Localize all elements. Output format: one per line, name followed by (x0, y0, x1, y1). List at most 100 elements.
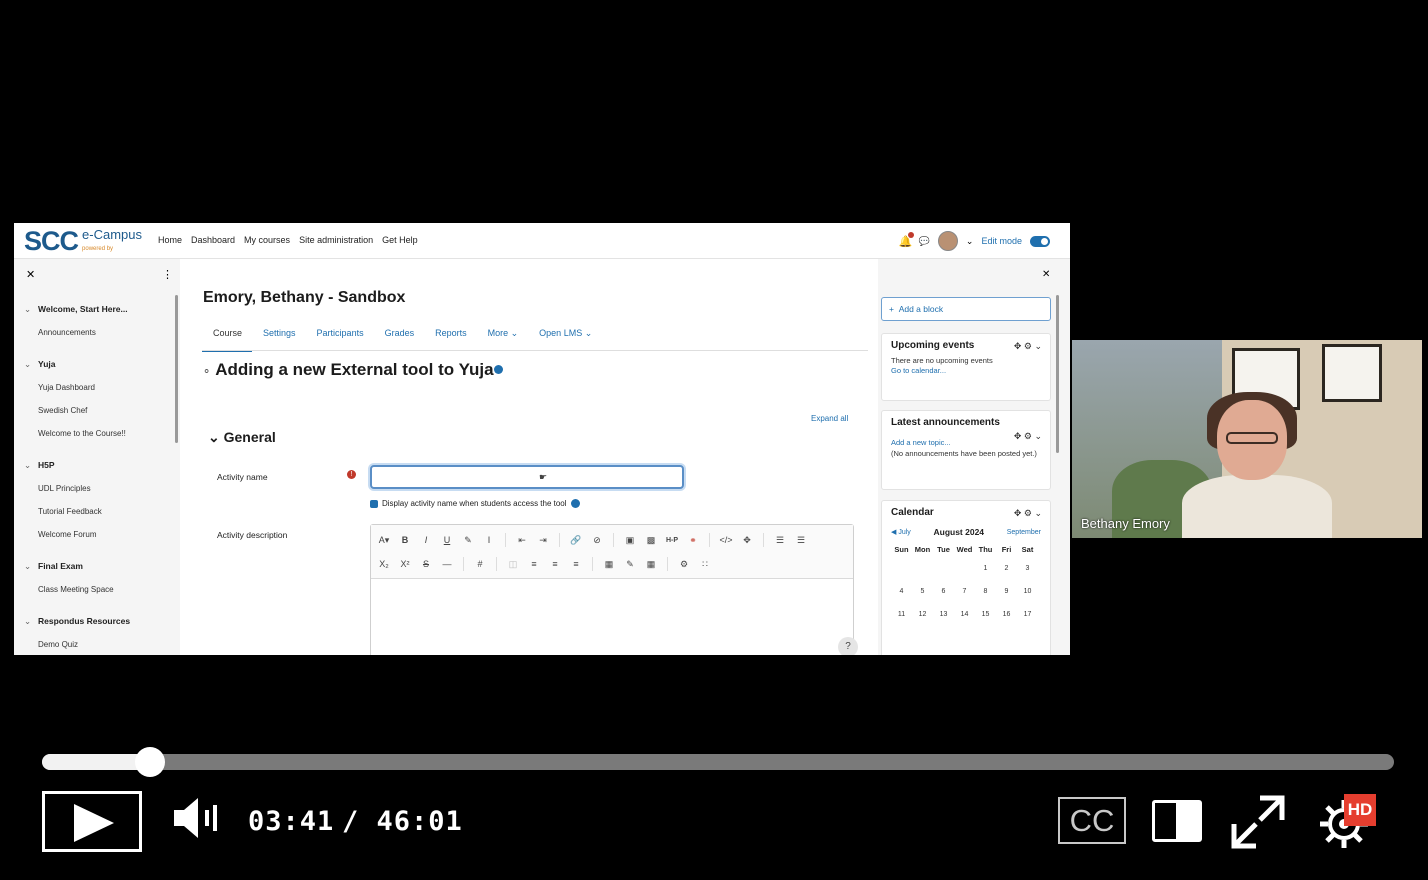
clear-format-icon[interactable]: I (482, 535, 496, 545)
more-options-icon[interactable]: ⋮ (162, 268, 173, 281)
close-icon[interactable]: ✕ (26, 268, 35, 281)
paragraph-style-icon[interactable]: A▾ (377, 535, 391, 546)
tab-participants[interactable]: Participants (306, 324, 374, 352)
section-welcome[interactable]: ⌄ Welcome, Start Here... (24, 304, 128, 315)
tab-reports[interactable]: Reports (424, 324, 477, 352)
code-icon[interactable]: </> (719, 535, 733, 545)
calendar-day[interactable]: 1 (975, 561, 996, 584)
section-yuja[interactable]: ⌄ Yuja (24, 359, 55, 370)
table-cols-icon[interactable]: ◫ (506, 559, 520, 570)
calendar-day[interactable]: 7 (954, 584, 975, 607)
nav-home[interactable]: Home (158, 235, 182, 245)
index-item[interactable]: Yuja Dashboard (38, 383, 95, 392)
align-left-icon[interactable]: ≡ (527, 559, 541, 569)
equation-icon[interactable]: ▦ (602, 559, 616, 570)
drawer-scrollbar[interactable] (175, 295, 178, 443)
display-name-option[interactable]: Display activity name when students acce… (370, 499, 580, 508)
section-final-exam[interactable]: ⌄ Final Exam (24, 561, 83, 572)
calendar-prev-link[interactable]: ◀ July (891, 528, 911, 536)
subscript-icon[interactable]: X₂ (377, 559, 391, 569)
index-item[interactable]: Swedish Chef (38, 406, 87, 415)
section-h5p[interactable]: ⌄ H5P (24, 460, 55, 471)
superscript-icon[interactable]: X² (398, 559, 412, 569)
link-icon[interactable]: 🔗 (569, 535, 583, 546)
notification-bell-icon[interactable]: 🔔 (899, 232, 914, 248)
calendar-day[interactable]: 9 (996, 584, 1017, 607)
section-respondus[interactable]: ⌄ Respondus Resources (24, 616, 130, 627)
play-button[interactable] (42, 791, 142, 852)
progress-handle[interactable] (135, 747, 166, 777)
go-to-calendar-link[interactable]: Go to calendar... (891, 366, 1041, 375)
numbered-list-icon[interactable]: ☰ (794, 535, 808, 546)
grid-icon[interactable]: ∷ (698, 559, 712, 570)
tab-course[interactable]: Course (202, 324, 253, 352)
block-move-icon[interactable]: ✥ ⚙ ⌄ (1014, 431, 1042, 442)
special-char-icon[interactable]: # (473, 559, 487, 569)
progress-bar[interactable] (42, 747, 1394, 777)
calendar-day[interactable]: 2 (996, 561, 1017, 584)
nav-dashboard[interactable]: Dashboard (191, 235, 235, 245)
calendar-day[interactable]: 12 (912, 607, 933, 630)
index-item[interactable]: Welcome Forum (38, 530, 97, 539)
align-center-icon[interactable]: ≡ (548, 559, 562, 569)
index-item[interactable]: Demo Quiz (38, 640, 78, 649)
calendar-day[interactable]: 16 (996, 607, 1017, 630)
chevron-down-icon[interactable]: ⌄ (24, 304, 38, 315)
help-icon[interactable] (493, 365, 503, 374)
yuja-icon[interactable]: ⚭ (686, 535, 700, 546)
calendar-day[interactable]: 4 (891, 584, 912, 607)
chevron-down-icon[interactable]: ⌄ (24, 460, 38, 471)
index-item[interactable]: Tutorial Feedback (38, 507, 102, 516)
fullscreen-icon[interactable]: ✥ (740, 535, 754, 546)
display-name-checkbox[interactable] (370, 499, 378, 508)
chevron-down-icon[interactable]: ⌄ (966, 236, 974, 247)
fullscreen-button[interactable] (1230, 794, 1286, 855)
calendar-day[interactable]: 10 (1017, 584, 1038, 607)
add-block-button[interactable]: + Add a block (881, 297, 1051, 321)
calendar-day[interactable]: 11 (891, 607, 912, 630)
edit-mode-toggle[interactable] (1030, 235, 1050, 247)
chevron-down-icon[interactable]: ⌄ (24, 561, 38, 572)
horizontal-rule-icon[interactable]: — (440, 559, 454, 569)
calendar-day[interactable]: 15 (975, 607, 996, 630)
user-avatar[interactable] (937, 231, 958, 251)
index-item[interactable]: UDL Principles (38, 484, 91, 493)
tab-more[interactable]: More ⌄ (477, 324, 529, 352)
tab-open-lms[interactable]: Open LMS ⌄ (528, 324, 602, 352)
block-move-icon[interactable]: ✥ ⚙ ⌄ (1014, 508, 1042, 519)
calendar-day[interactable]: 8 (975, 584, 996, 607)
description-editor[interactable]: A▾ B I U ✎ I ⇤ ⇥ 🔗 ⊘ ▣ ▩ H-P ⚭ </> ✥ ☰ ☰… (370, 524, 854, 655)
close-icon[interactable]: ✕ (1042, 269, 1050, 280)
bullet-list-icon[interactable]: ☰ (773, 535, 787, 546)
image-icon[interactable]: ▣ (623, 535, 637, 546)
tab-grades[interactable]: Grades (374, 324, 425, 352)
calendar-day[interactable]: 3 (1017, 561, 1038, 584)
calendar-day[interactable]: 6 (933, 584, 954, 607)
calendar-day[interactable]: 5 (912, 584, 933, 607)
bold-icon[interactable]: B (398, 535, 412, 545)
h5p-icon[interactable]: H-P (665, 537, 679, 544)
messages-icon[interactable]: 💬 (919, 236, 930, 247)
unlink-icon[interactable]: ⊘ (590, 535, 604, 546)
calendar-next-link[interactable]: September (1007, 529, 1041, 536)
edit-icon[interactable]: ✎ (623, 559, 637, 570)
help-button[interactable]: ? (838, 637, 858, 655)
indent-icon[interactable]: ⇥ (536, 535, 550, 546)
block-move-icon[interactable]: ✥ ⚙ ⌄ (1014, 341, 1042, 352)
nav-get-help[interactable]: Get Help (382, 235, 418, 245)
index-item[interactable]: Class Meeting Space (38, 585, 114, 594)
general-section-toggle[interactable]: ⌄ General (208, 429, 276, 446)
expand-all-link[interactable]: Expand all (811, 414, 848, 423)
closed-captions-button[interactable]: CC (1058, 797, 1126, 844)
accessibility-icon[interactable]: ⚙ (677, 559, 691, 570)
media-icon[interactable]: ▩ (644, 535, 658, 546)
index-item[interactable]: Welcome to the Course!! (38, 429, 126, 438)
tab-settings[interactable]: Settings (252, 324, 306, 352)
font-color-icon[interactable]: ✎ (461, 535, 475, 546)
align-right-icon[interactable]: ≡ (569, 559, 583, 569)
help-icon[interactable] (570, 499, 580, 508)
nav-site-administration[interactable]: Site administration (299, 235, 373, 245)
calendar-day[interactable]: 17 (1017, 607, 1038, 630)
strikethrough-icon[interactable]: S (419, 559, 433, 569)
chevron-down-icon[interactable]: ⌄ (24, 616, 38, 627)
